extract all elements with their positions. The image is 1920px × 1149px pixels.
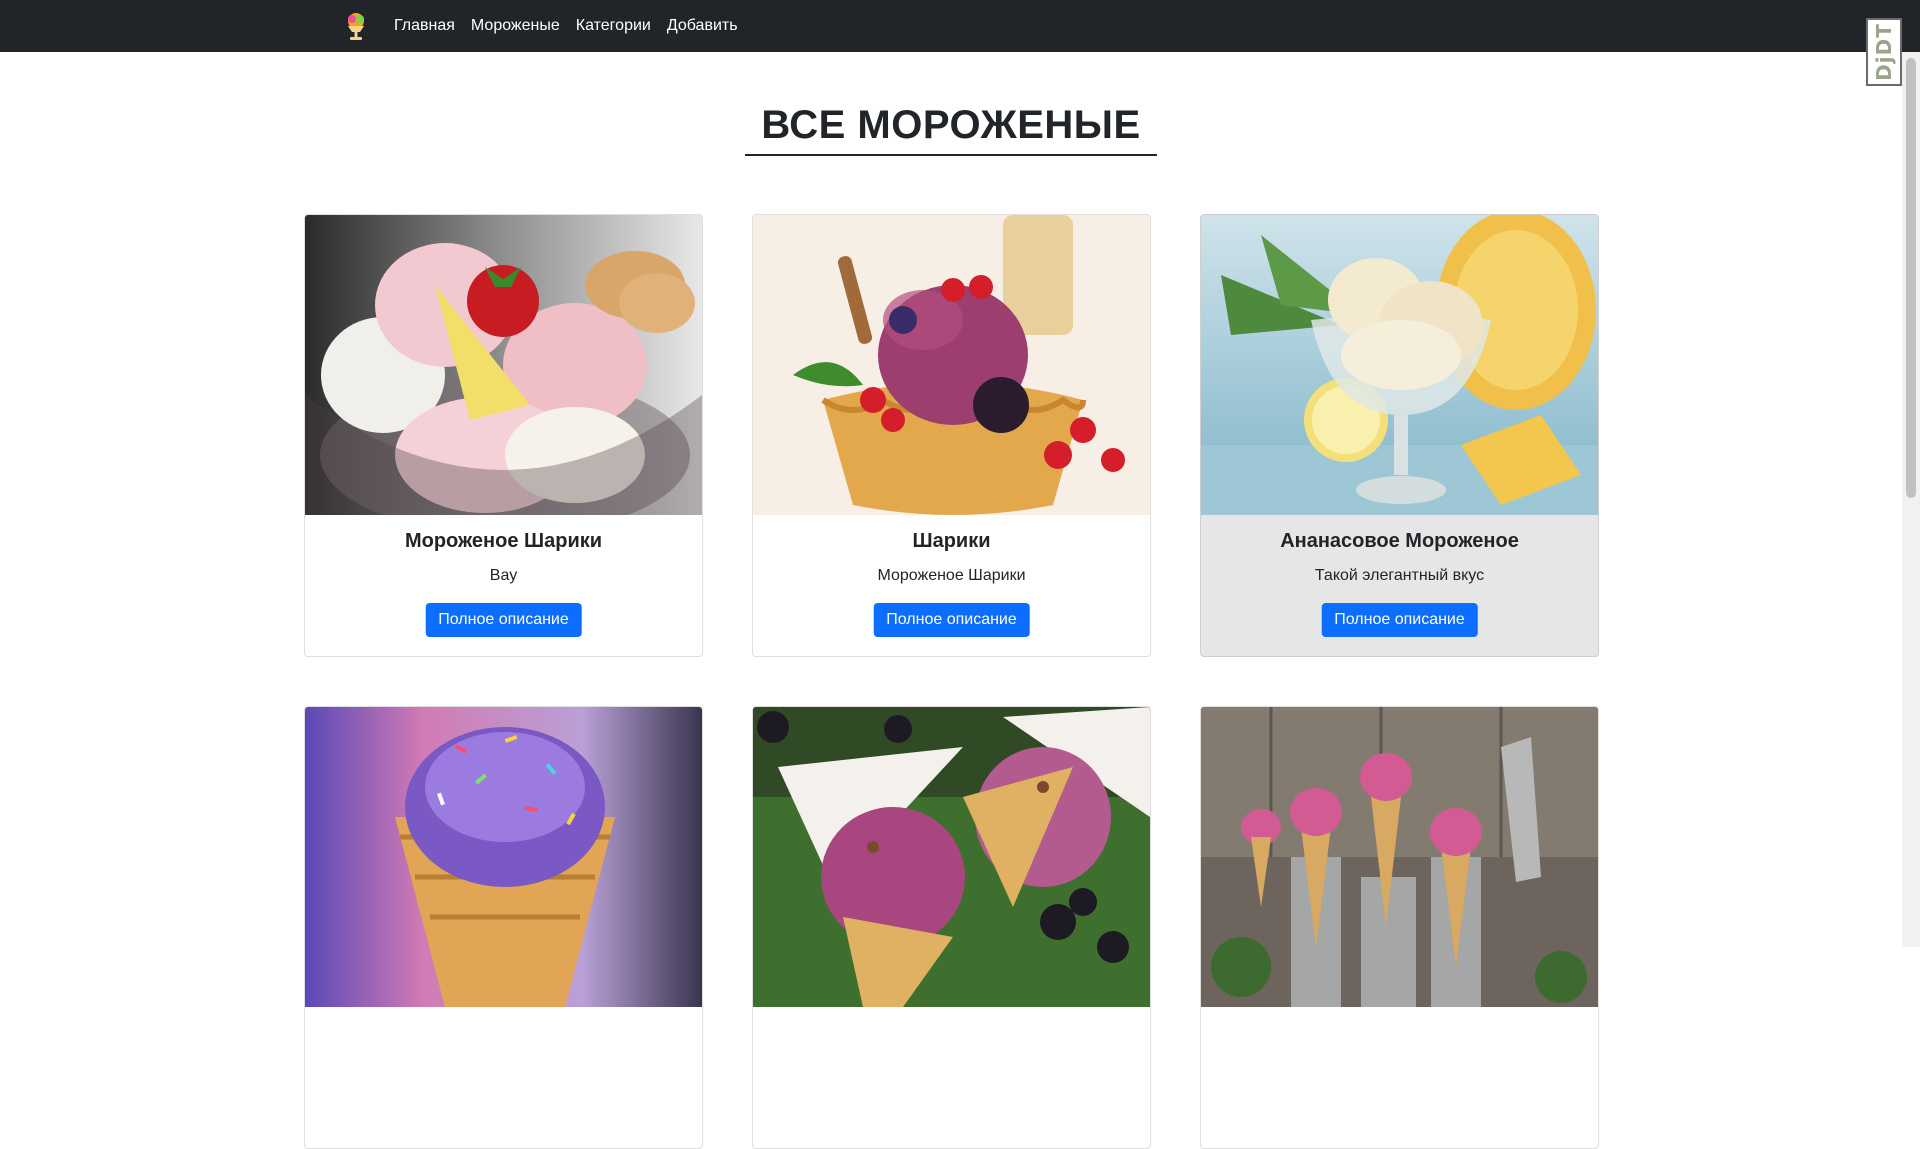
card-text: Такой элегантный вкус xyxy=(1314,567,1485,584)
page-title: ВСЕ МОРОЖЕНЫЕ xyxy=(745,103,1157,156)
full-description-button[interactable]: Полное описание xyxy=(873,603,1030,637)
ice-cream-card: Шарики Мороженое Шарики Полное описание xyxy=(752,214,1151,657)
card-image xyxy=(1201,215,1598,515)
scrollbar-thumb[interactable] xyxy=(1906,58,1916,498)
navbar: Главная Мороженые Категории Добавить xyxy=(0,0,1920,52)
nav-link-add[interactable]: Добавить xyxy=(667,17,738,35)
ice-cream-card xyxy=(752,706,1151,1149)
full-description-button[interactable]: Полное описание xyxy=(1321,603,1478,637)
nav-link-ice-creams[interactable]: Мороженые xyxy=(471,17,560,35)
nav-link-home[interactable]: Главная xyxy=(394,17,455,35)
card-text: Мороженое Шарики xyxy=(877,567,1026,584)
card-image xyxy=(1201,707,1598,1007)
card-title: Мороженое Шарики xyxy=(404,530,603,552)
page-scrollbar[interactable] xyxy=(1902,52,1920,947)
card-image xyxy=(305,215,702,515)
card-image xyxy=(753,215,1150,515)
ice-cream-card xyxy=(1200,706,1599,1149)
ice-cream-card xyxy=(304,706,703,1149)
ice-cream-card: Мороженое Шарики Вау Полное описание xyxy=(304,214,703,657)
ice-cream-icon[interactable] xyxy=(340,10,372,42)
nav-links: Главная Мороженые Категории Добавить xyxy=(394,0,738,52)
full-description-button[interactable]: Полное описание xyxy=(425,603,582,637)
nav-link-categories[interactable]: Категории xyxy=(576,17,651,35)
ice-cream-card: Ананасовое Мороженое Такой элегантный вк… xyxy=(1200,214,1599,657)
card-text: Вау xyxy=(489,567,518,584)
card-title: Ананасовое Мороженое xyxy=(1280,530,1519,552)
card-image xyxy=(753,707,1150,1007)
debug-toolbar-label: DjDT xyxy=(1872,23,1897,81)
card-title: Шарики xyxy=(912,530,991,552)
debug-toolbar-handle[interactable]: DjDT xyxy=(1866,18,1902,86)
page-title-wrap: ВСЕ МОРОЖЕНЫЕ xyxy=(0,103,1902,156)
card-image xyxy=(305,707,702,1007)
